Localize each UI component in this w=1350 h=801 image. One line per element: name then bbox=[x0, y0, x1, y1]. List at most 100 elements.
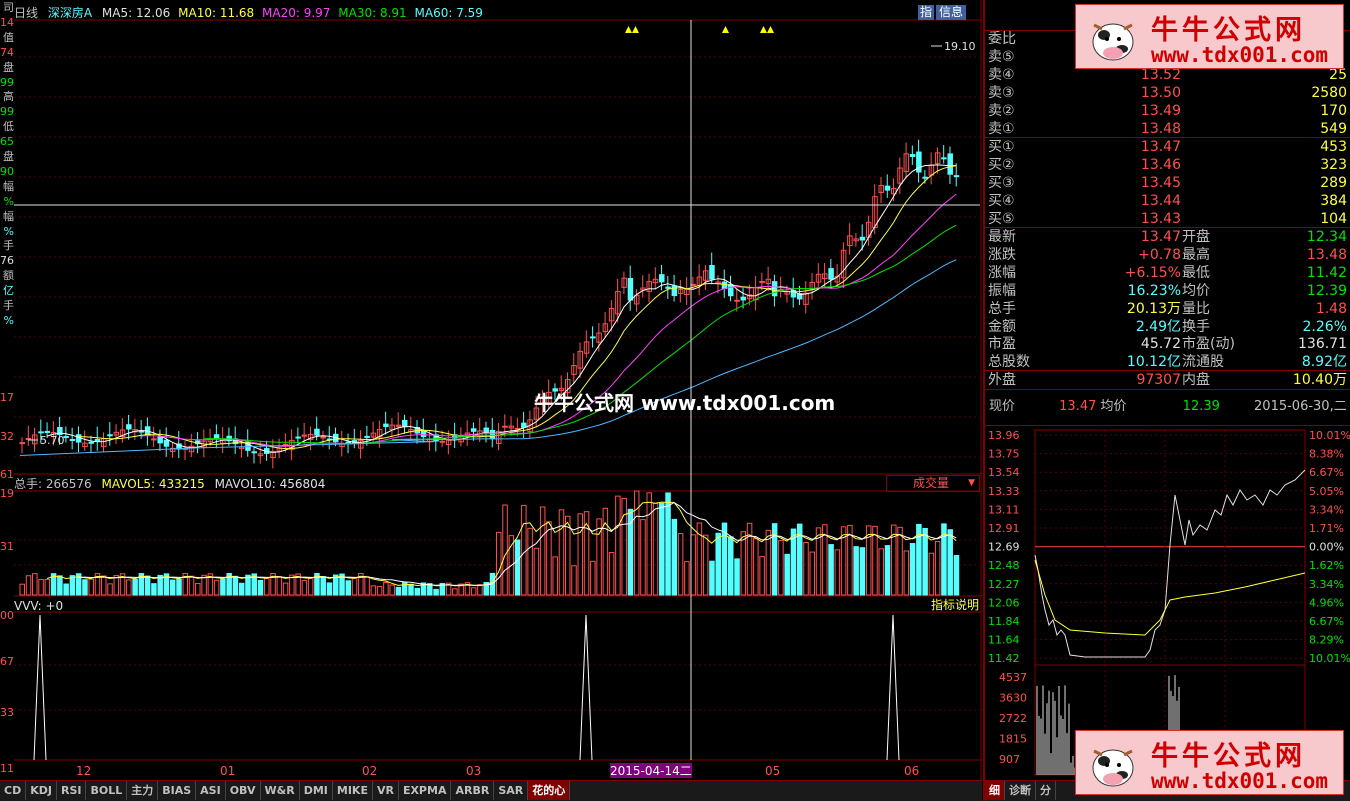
indicator-help-link[interactable]: 指标说明 bbox=[931, 598, 979, 612]
tab-4[interactable]: BOLL bbox=[86, 781, 128, 800]
left-axis-value: 司 bbox=[3, 1, 14, 14]
indicator-tab-bar: CD KDJ RSI BOLL 主力 BIAS ASI OBV W&R DMI MIKE VR EXPM… bbox=[0, 780, 982, 801]
zhi-button[interactable]: 指 bbox=[918, 5, 935, 20]
mavol5-value: MAVOL5: 433215 bbox=[101, 477, 205, 491]
intraday-price-tick: 13.96 bbox=[988, 429, 1020, 442]
vvv-spike bbox=[886, 614, 900, 761]
candle-body bbox=[941, 157, 947, 160]
volume-bar bbox=[590, 560, 596, 596]
order-price[interactable]: 13.43 bbox=[1125, 210, 1181, 228]
logo-url: www.tdx001.com bbox=[1151, 769, 1329, 793]
order-price[interactable]: 13.45 bbox=[1125, 174, 1181, 192]
intraday-pct-tick: 3.34% bbox=[1309, 578, 1344, 591]
volume-bar bbox=[922, 527, 928, 596]
order-price[interactable]: 13.50 bbox=[1125, 84, 1181, 102]
candle-body bbox=[151, 438, 157, 441]
order-price[interactable]: 13.44 bbox=[1125, 192, 1181, 210]
volume-indicator-dropdown[interactable]: 成交量 ▼ bbox=[886, 475, 980, 492]
volume-bar bbox=[307, 577, 314, 596]
candle-body bbox=[63, 436, 69, 439]
intraday-pct-tick: 10.01% bbox=[1309, 652, 1350, 665]
order-price[interactable]: 13.46 bbox=[1125, 156, 1181, 174]
left-axis-tick: 67 bbox=[0, 655, 14, 668]
volume-bar bbox=[408, 583, 414, 596]
tab-6[interactable]: BIAS bbox=[158, 781, 197, 800]
kline-header: 日线 深深房A MA5: 12.06 MA10: 11.68 MA20: 9.9… bbox=[14, 6, 483, 20]
order-level-label: 买④ bbox=[988, 193, 1015, 209]
volume-bar bbox=[753, 538, 759, 596]
volume-bar bbox=[809, 551, 816, 596]
order-volume: 323 bbox=[1320, 157, 1347, 173]
candle-body bbox=[163, 439, 170, 447]
order-volume: 104 bbox=[1320, 211, 1347, 227]
stat-value: +0.78 bbox=[1138, 246, 1181, 263]
volume-bar bbox=[784, 553, 790, 596]
period-label[interactable]: 日线 bbox=[14, 6, 38, 20]
left-axis: 司 14 值 74 盘 99 高 99 低 65 盘 90 幅% 幅% 手 76 额亿手% 17 32 61 19 31 0… bbox=[0, 0, 14, 780]
left-axis-value: 低 bbox=[3, 120, 14, 134]
left-axis-value: 值 bbox=[3, 30, 14, 44]
weibi-label: 委比 bbox=[988, 31, 1016, 47]
intraday-pct-tick: 1.62% bbox=[1309, 559, 1344, 572]
stat-label: 内盘 bbox=[1182, 372, 1210, 389]
tab-3[interactable]: RSI bbox=[57, 781, 87, 800]
tab-minute[interactable]: 分 bbox=[1036, 781, 1056, 800]
intraday-pct-tick: 10.01% bbox=[1309, 429, 1350, 442]
volume-bar bbox=[433, 588, 439, 596]
tab-5[interactable]: 主力 bbox=[127, 781, 159, 800]
tab-11[interactable]: MIKE bbox=[333, 781, 373, 800]
candle-body bbox=[251, 451, 257, 454]
candle-body bbox=[489, 429, 496, 440]
volume-bar bbox=[57, 575, 63, 596]
intraday-pct-tick: 1.71% bbox=[1309, 522, 1344, 535]
tab-7[interactable]: ASI bbox=[196, 781, 226, 800]
volume-bar bbox=[677, 533, 684, 596]
candle-body bbox=[828, 268, 834, 280]
candle-body bbox=[627, 277, 634, 301]
volume-bar bbox=[709, 560, 715, 596]
order-price[interactable]: 13.47 bbox=[1125, 138, 1181, 156]
volume-bar bbox=[44, 578, 51, 596]
order-price[interactable]: 13.48 bbox=[1125, 120, 1181, 138]
ma60-value: MA60: 7.59 bbox=[414, 6, 483, 20]
tab-12[interactable]: VR bbox=[373, 781, 399, 800]
left-axis-value: 99 bbox=[0, 105, 14, 119]
volume-bar bbox=[552, 556, 558, 596]
tab-16[interactable]: 花的心 bbox=[528, 781, 571, 800]
chart-canvas[interactable]: 19.10 5.70 12 01 02 03 2015-04-14二 05 06 bbox=[14, 0, 982, 780]
order-level-label: 卖③ bbox=[988, 85, 1015, 101]
ma10-value: MA10: 11.68 bbox=[178, 6, 255, 20]
order-price[interactable]: 13.49 bbox=[1125, 102, 1181, 120]
tab-detail[interactable]: 细 bbox=[985, 781, 1005, 800]
tab-diagnose[interactable]: 诊断 bbox=[1005, 781, 1036, 800]
volume-bar bbox=[301, 580, 308, 596]
candle-body bbox=[721, 281, 728, 290]
candle-body bbox=[439, 440, 446, 443]
tab-9[interactable]: W&R bbox=[261, 781, 300, 800]
tab-2[interactable]: KDJ bbox=[26, 781, 57, 800]
tab-15[interactable]: SAR bbox=[494, 781, 529, 800]
kline-chart-area[interactable]: 19.10 5.70 12 01 02 03 2015-04-14二 05 06 日线 深深房A… bbox=[14, 0, 982, 780]
intraday-chart[interactable]: 13.96 10.01% 13.75 8.38% 13.54 6.67% 13.33 5.05… bbox=[985, 425, 1350, 780]
tab-1[interactable]: CD bbox=[0, 781, 27, 800]
candle-body bbox=[690, 283, 696, 286]
stock-name[interactable]: 深深房A bbox=[48, 6, 92, 20]
volume-bar bbox=[859, 547, 866, 596]
tab-8[interactable]: OBV bbox=[226, 781, 261, 800]
candle-body bbox=[107, 434, 113, 437]
volume-bar bbox=[615, 495, 621, 596]
signal-triangle-icon bbox=[760, 26, 767, 33]
left-axis-value: 手 bbox=[3, 239, 14, 253]
volume-bar bbox=[25, 575, 32, 596]
stat-value: 10.12亿 bbox=[1126, 354, 1181, 371]
x-axis-label: 05 bbox=[765, 764, 780, 778]
info-button[interactable]: 信息 bbox=[936, 5, 967, 20]
stat-value: 13.47 bbox=[1140, 229, 1181, 245]
tab-13[interactable]: EXPMA bbox=[399, 781, 452, 800]
volume-bar bbox=[734, 558, 740, 596]
tab-10[interactable]: DMI bbox=[300, 781, 333, 800]
tab-14[interactable]: ARBR bbox=[451, 781, 495, 800]
volume-bar bbox=[245, 574, 251, 596]
stat-label: 流通股 bbox=[1182, 354, 1224, 371]
candle-body bbox=[740, 296, 747, 301]
